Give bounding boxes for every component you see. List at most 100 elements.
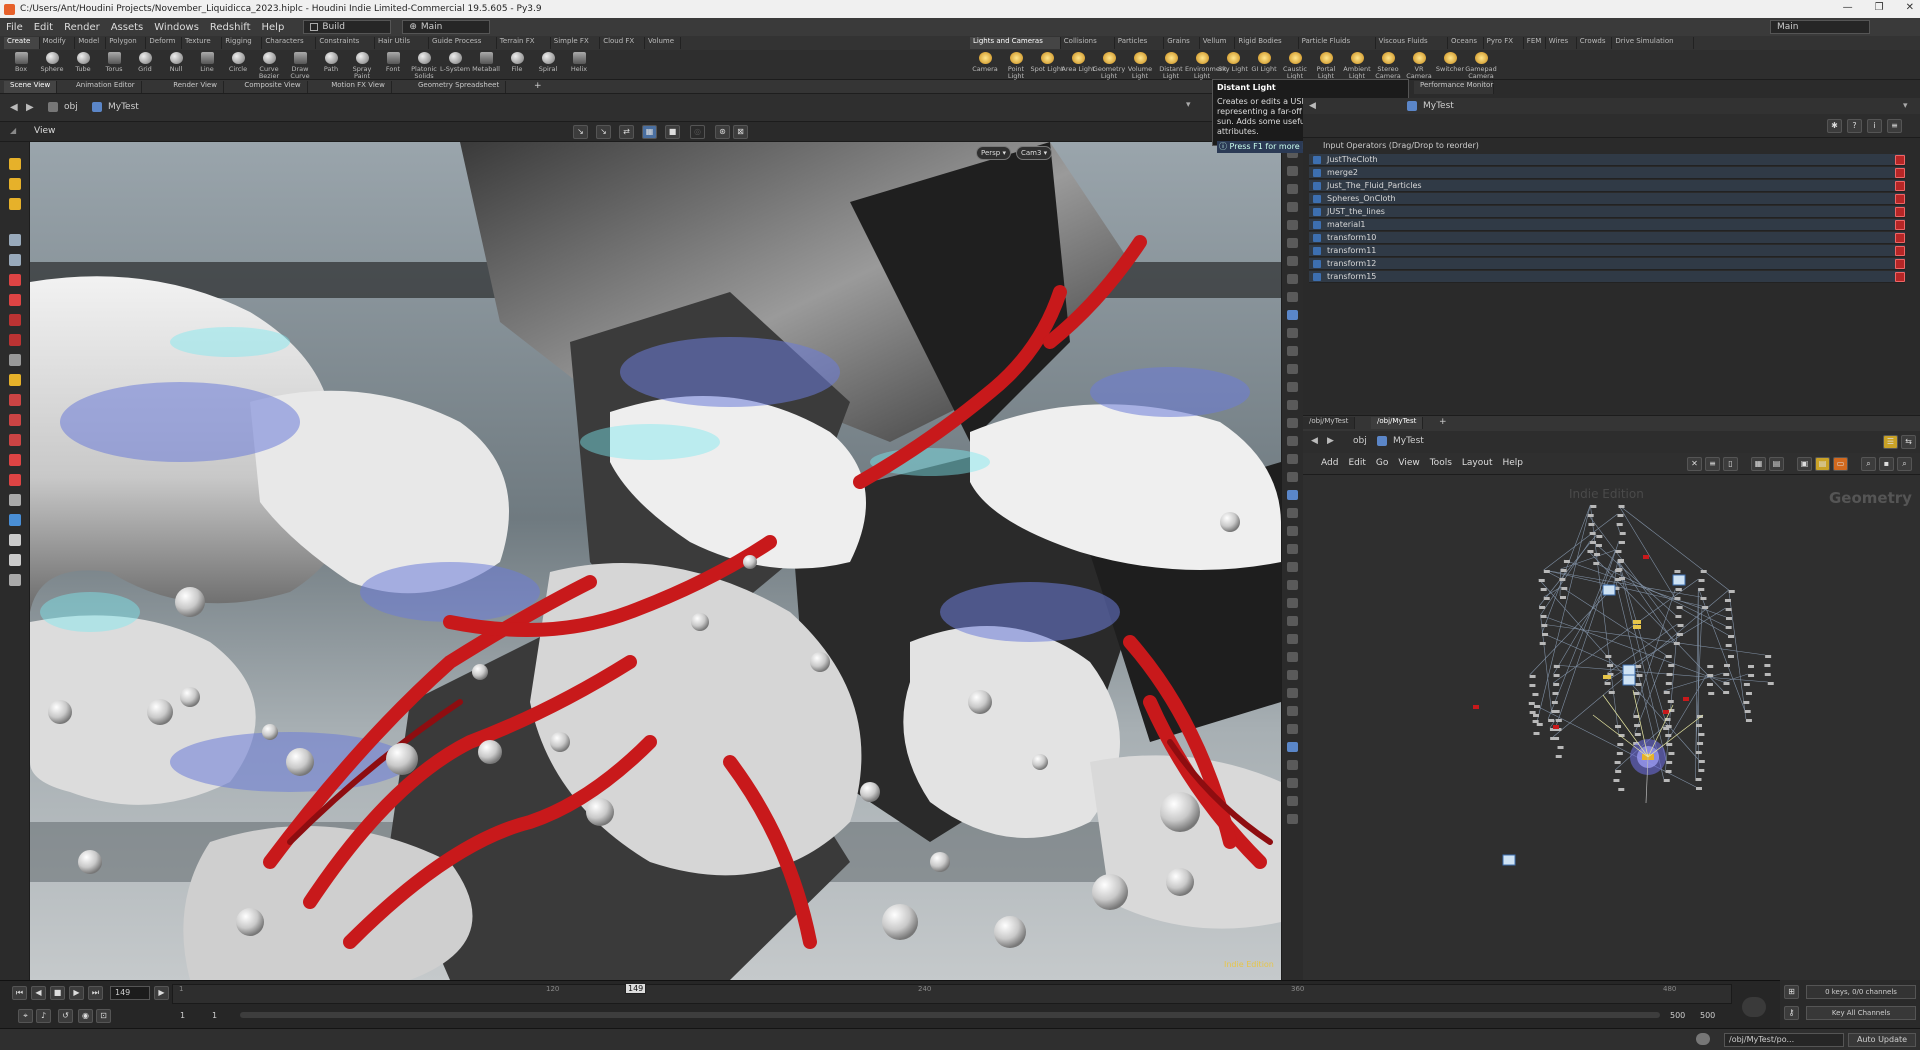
shelf-tab-right-1[interactable]: Collisions [1061, 37, 1115, 49]
input-operator-row[interactable]: Spheres_OnCloth [1309, 193, 1905, 205]
tab-pane-5[interactable]: Geometry Spreadsheet [412, 81, 507, 93]
input-operator-row[interactable]: material1 [1309, 219, 1905, 231]
tool-17[interactable]: Spiral [531, 51, 565, 79]
shelf-tab-5[interactable]: Texture [182, 37, 223, 49]
select-group-icon[interactable]: ⇄ [619, 125, 634, 139]
back-arrow-icon[interactable]: ◀ [10, 102, 18, 113]
input-operator-row[interactable]: transform15 [1309, 271, 1905, 283]
go-end-icon[interactable]: ⏭ [88, 986, 103, 1000]
display-flag-icon[interactable]: ▪ [1879, 457, 1894, 471]
left-tool-icon-1[interactable] [9, 178, 21, 190]
sticky-note-icon[interactable]: ▤ [1815, 457, 1830, 471]
status-path[interactable]: /obj/MyTest/po... [1724, 1033, 1844, 1047]
display-option-icon-3[interactable] [1287, 202, 1298, 212]
auto-update-button[interactable]: Auto Update [1848, 1033, 1916, 1047]
tool-10[interactable]: Path [314, 51, 348, 79]
shelf-tab-right-6[interactable]: Particle Fluids [1299, 37, 1376, 49]
display-option-icon-25[interactable] [1287, 598, 1298, 608]
display-option-icon-14[interactable] [1287, 400, 1298, 410]
tool-2[interactable]: Tube [66, 51, 100, 79]
tool-right-9[interactable]: GI Light [1247, 51, 1281, 79]
layout-icon[interactable]: ▣ [1797, 457, 1812, 471]
shelf-tab-right-9[interactable]: Pyro FX [1484, 37, 1524, 49]
tool-right-16[interactable]: Gamepad Camera [1464, 51, 1498, 80]
add-tab-icon[interactable]: + [1439, 417, 1447, 427]
display-option-icon-15[interactable] [1287, 418, 1298, 428]
left-tool-icon-15[interactable] [9, 474, 21, 486]
ghost-icon[interactable]: ■ [665, 125, 680, 139]
tool-right-5[interactable]: Volume Light [1123, 51, 1157, 80]
play-icon[interactable]: ▶ [69, 986, 84, 1000]
tab-pane-2[interactable]: Render View [167, 81, 224, 93]
search-icon[interactable]: ⌕ [1861, 457, 1876, 471]
tab-pane-3[interactable]: Composite View [238, 81, 308, 93]
fps-icon[interactable]: ⊡ [96, 1009, 111, 1023]
display-option-icon-13[interactable] [1287, 382, 1298, 392]
left-tool-icon-19[interactable] [9, 554, 21, 566]
gear-icon[interactable]: ✱ [1827, 119, 1842, 133]
go-start-icon[interactable]: ⏮ [12, 986, 27, 1000]
shelf-tab-4[interactable]: Deform [146, 37, 182, 49]
tool-right-1[interactable]: Point Light [999, 51, 1033, 80]
display-option-icon-19[interactable] [1287, 490, 1298, 500]
display-option-icon-24[interactable] [1287, 580, 1298, 590]
shelf-tab-right-12[interactable]: Crowds [1577, 37, 1613, 49]
step-forward-icon[interactable]: ▶ [154, 986, 169, 1000]
input-operator-row[interactable]: JustTheCloth [1309, 154, 1905, 166]
tool-right-0[interactable]: Camera [968, 51, 1002, 79]
shelf-tab-right-2[interactable]: Particles [1115, 37, 1165, 49]
left-tool-icon-13[interactable] [9, 434, 21, 446]
shelf-tab-right-3[interactable]: Grains [1164, 37, 1200, 49]
display-option-icon-33[interactable] [1287, 742, 1298, 752]
left-tool-icon-6[interactable] [9, 294, 21, 306]
tool-right-14[interactable]: VR Camera [1402, 51, 1436, 80]
remove-input-icon[interactable] [1895, 207, 1905, 217]
tool-right-15[interactable]: Switcher [1433, 51, 1467, 79]
left-tool-icon-20[interactable] [9, 574, 21, 586]
step-back-icon[interactable]: ◀ [31, 986, 46, 1000]
shelf-tab-right-10[interactable]: FEM [1524, 37, 1546, 49]
display-option-icon-27[interactable] [1287, 634, 1298, 644]
left-tool-icon-8[interactable] [9, 334, 21, 346]
shelf-tab-6[interactable]: Rigging [222, 37, 263, 49]
remove-input-icon[interactable] [1895, 181, 1905, 191]
remove-input-icon[interactable] [1895, 220, 1905, 230]
param-path-dropdown-icon[interactable]: ▾ [1903, 101, 1908, 111]
net-back-icon[interactable]: ◀ [1311, 436, 1318, 446]
tab-network-2[interactable]: /obj/MyTest [1371, 417, 1424, 429]
remove-input-icon[interactable] [1895, 259, 1905, 269]
display-option-icon-1[interactable] [1287, 166, 1298, 176]
display-option-icon-20[interactable] [1287, 508, 1298, 518]
shelf-tab-13[interactable]: Cloud FX [600, 37, 645, 49]
param-back-icon[interactable]: ◀ [1309, 101, 1316, 111]
chat-icon[interactable] [1696, 1033, 1710, 1045]
display-option-icon-31[interactable] [1287, 706, 1298, 716]
tool-0[interactable]: Box [4, 51, 38, 79]
zoom-icon[interactable]: ⌕ [1897, 457, 1912, 471]
loop-icon[interactable]: ↺ [58, 1009, 73, 1023]
link-icon[interactable]: ⇆ [1901, 435, 1916, 449]
shelf-tab-right-7[interactable]: Viscous Fluids [1376, 37, 1448, 49]
close-button[interactable]: ✕ [1906, 2, 1914, 13]
remove-input-icon[interactable] [1895, 272, 1905, 282]
menu-render[interactable]: Render [64, 22, 100, 33]
context-select[interactable]: ⊕ Main [402, 20, 491, 34]
restore-button[interactable]: ❐ [1875, 2, 1884, 13]
tool-right-6[interactable]: Distant Light [1154, 51, 1188, 80]
tool-12[interactable]: Font [376, 51, 410, 79]
network-editor[interactable]: Indie Edition Geometry [1303, 475, 1920, 980]
shelf-tab-7[interactable]: Characters [262, 37, 317, 49]
keyframe-icon[interactable]: ⌖ [18, 1009, 33, 1023]
menu-file[interactable]: File [6, 22, 23, 33]
display-option-icon-32[interactable] [1287, 724, 1298, 734]
tool-11[interactable]: Spray Paint [345, 51, 379, 80]
shelf-tab-right-5[interactable]: Rigid Bodies [1235, 37, 1299, 49]
shelf-tab-11[interactable]: Terrain FX [497, 37, 551, 49]
channel-icon[interactable]: ⊞ [1784, 985, 1799, 999]
left-tool-icon-16[interactable] [9, 494, 21, 506]
param-path-node[interactable]: MyTest [1423, 101, 1454, 111]
net-forward-icon[interactable]: ▶ [1327, 436, 1334, 446]
display-option-icon-21[interactable] [1287, 526, 1298, 536]
input-operator-row[interactable]: transform12 [1309, 258, 1905, 270]
shelf-tab-14[interactable]: Volume [645, 37, 681, 49]
